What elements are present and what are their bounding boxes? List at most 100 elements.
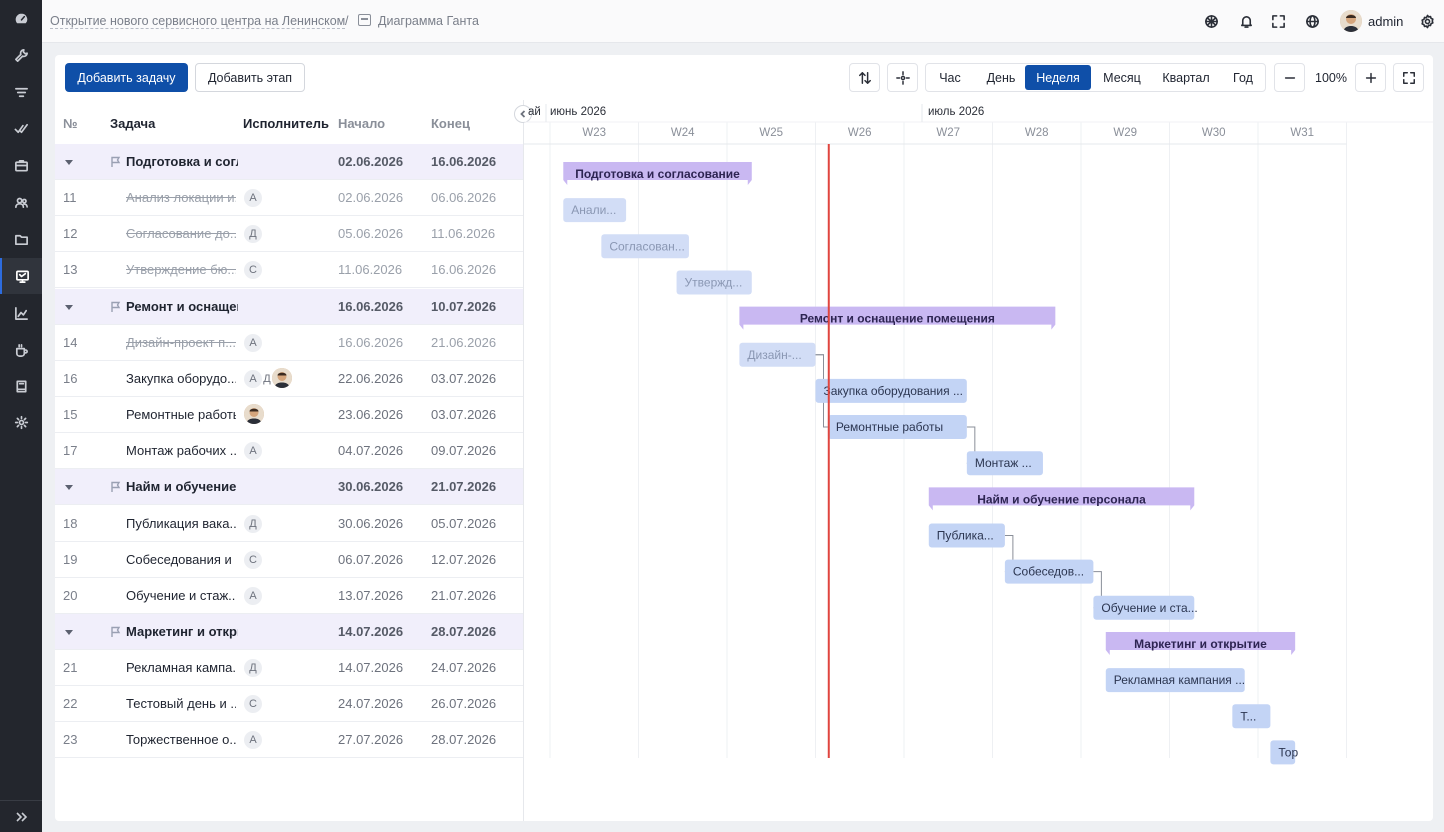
table-row[interactable]: 18 Публикация вака... 30.06.2026 05.07.2026… [55, 506, 523, 542]
assignee-badge[interactable]: А [244, 333, 262, 352]
add-task-button[interactable]: Добавить задачу [65, 63, 188, 92]
assignee-badge[interactable]: Д [244, 659, 262, 678]
stage-name[interactable]: Найм и обучение персонала [126, 479, 238, 494]
bar-label[interactable]: Анали... [571, 203, 616, 217]
bar-label[interactable]: Маркетинг и открытие [1134, 637, 1267, 651]
assignee-badge[interactable]: С [244, 550, 262, 569]
table-row[interactable]: 12 Согласование до... 05.06.2026 11.06.2026… [55, 216, 523, 253]
task-name[interactable]: Ремонтные работы [126, 407, 236, 422]
task-name[interactable]: Анализ локации и... [126, 190, 236, 205]
assignee-badge[interactable]: Д [244, 514, 262, 533]
bar-label[interactable]: Ремонтные работы [836, 420, 943, 434]
table-row[interactable]: 19 Собеседования и ... 06.07.2026 12.07.202… [55, 542, 523, 578]
chart-icon[interactable] [0, 295, 42, 331]
table-row[interactable]: 13 Утверждение бю... 11.06.2026 16.06.2026 С [55, 252, 523, 289]
checks-icon[interactable] [0, 110, 42, 146]
language-globe-icon[interactable] [1303, 12, 1321, 30]
table-row[interactable]: 21 Рекламная кампа... 14.07.2026 24.07.2026… [55, 650, 523, 687]
scale-hour[interactable]: Час [932, 64, 968, 91]
expand-view-icon[interactable] [1393, 63, 1424, 92]
briefcase-icon[interactable] [0, 147, 42, 183]
assignee-badge[interactable]: А [244, 731, 262, 750]
book-icon[interactable] [0, 368, 42, 404]
task-name[interactable]: Дизайн-проект п... [126, 335, 236, 350]
assignee-badge[interactable]: Д [244, 225, 262, 244]
settings-gear-icon[interactable] [1418, 12, 1436, 30]
scale-year[interactable]: Год [1226, 64, 1260, 91]
bar-label[interactable]: Публика... [937, 529, 994, 543]
bar-label[interactable]: Обучение и ста... [1101, 601, 1197, 615]
task-name[interactable]: Утверждение бю... [126, 262, 236, 277]
assignee-avatar[interactable] [272, 367, 292, 388]
bar-label[interactable]: Дизайн-... [747, 348, 801, 362]
bar-label[interactable]: Тор [1278, 745, 1298, 759]
stage-row[interactable]: Ремонт и оснащение помещения 16.06.2026 10… [55, 288, 523, 325]
table-row[interactable]: 17 Монтаж рабочих ... 04.07.2026 09.07.2026… [55, 433, 523, 470]
zoom-in-icon[interactable] [1355, 63, 1386, 92]
bar-label[interactable]: Подготовка и согласование [575, 167, 740, 181]
expand-sidebar-icon[interactable] [0, 800, 42, 832]
bar-label[interactable]: Закупка оборудования ... [824, 384, 963, 398]
collapse-caret-icon[interactable] [65, 304, 73, 310]
bar-label[interactable]: Согласован... [609, 239, 684, 253]
users-icon[interactable] [0, 184, 42, 220]
coffee-icon[interactable] [0, 332, 42, 368]
assignee-badge[interactable]: С [244, 261, 262, 280]
stage-name[interactable]: Подготовка и согласование [126, 154, 238, 169]
table-row[interactable]: 16 Закупка оборудо... 22.06.2026 03.07.2026… [55, 361, 523, 397]
scale-day[interactable]: День [981, 64, 1021, 91]
sort-icon[interactable] [849, 63, 880, 92]
filter-icon[interactable] [0, 74, 42, 110]
scale-quarter[interactable]: Квартал [1157, 64, 1215, 91]
task-name[interactable]: Обучение и стаж... [126, 588, 236, 603]
table-row[interactable]: 14 Дизайн-проект п... 16.06.2026 21.06.2026… [55, 325, 523, 361]
assignee-badge[interactable]: А [244, 586, 262, 605]
task-name[interactable]: Собеседования и ... [126, 552, 236, 567]
assignee-badge[interactable]: А [244, 442, 262, 461]
task-name[interactable]: Торжественное о... [126, 732, 236, 747]
gear-icon[interactable] [0, 404, 42, 440]
bar-label[interactable]: Рекламная кампания ... [1114, 673, 1245, 687]
table-row[interactable]: 11 Анализ локации и... 02.06.2026 06.06.202… [55, 180, 523, 217]
collapse-caret-icon[interactable] [65, 160, 73, 165]
bell-icon[interactable] [1237, 12, 1255, 30]
locate-today-icon[interactable] [887, 63, 918, 92]
collapse-caret-icon[interactable] [65, 629, 73, 635]
globe-network-icon[interactable] [1202, 12, 1220, 30]
bar-label[interactable]: Монтаж ... [975, 456, 1032, 470]
task-name[interactable]: Рекламная кампа... [126, 660, 236, 675]
task-name[interactable]: Согласование до... [126, 226, 236, 241]
stage-name[interactable]: Ремонт и оснащение помещения [126, 299, 238, 314]
fullscreen-icon[interactable] [1269, 12, 1287, 30]
gantt-icon[interactable] [0, 258, 42, 294]
assignee-badge[interactable]: С [244, 695, 262, 714]
task-name[interactable]: Закупка оборудо... [126, 371, 236, 386]
stage-name[interactable]: Маркетинг и открытие [126, 624, 238, 639]
table-row[interactable]: 22 Тестовый день и ... 24.07.2026 26.07.202… [55, 686, 523, 723]
scale-week[interactable]: Неделя [1025, 65, 1091, 90]
wrench-icon[interactable] [0, 37, 42, 73]
username-label[interactable]: admin [1368, 14, 1403, 29]
assignee-badge[interactable]: А [244, 189, 262, 208]
bar-label[interactable]: Утвержд... [685, 275, 743, 289]
task-name[interactable]: Тестовый день и ... [126, 696, 236, 711]
task-name[interactable]: Монтаж рабочих ... [126, 443, 236, 458]
folder-icon[interactable] [0, 221, 42, 257]
scale-month[interactable]: Месяц [1098, 64, 1146, 91]
assignee-avatar[interactable] [244, 404, 264, 425]
table-row[interactable]: 23 Торжественное о... 27.07.2026 28.07.2026… [55, 722, 523, 759]
stage-row[interactable]: Маркетинг и открытие 14.07.2026 28.07.2026 [55, 613, 523, 650]
stage-row[interactable]: Найм и обучение персонала 30.06.2026 21.07… [55, 469, 523, 506]
stage-row[interactable]: Подготовка и согласование 02.06.2026 16.06… [55, 144, 523, 180]
bar-label[interactable]: Собеседов... [1013, 565, 1084, 579]
dashboard-icon[interactable] [0, 0, 42, 36]
add-stage-button[interactable]: Добавить этап [195, 63, 305, 92]
task-name[interactable]: Публикация вака... [126, 516, 236, 531]
table-row[interactable]: 20 Обучение и стаж... 13.07.2026 21.07.2026… [55, 578, 523, 614]
table-row[interactable]: 15 Ремонтные работы 23.06.2026 03.07.2026 [55, 397, 523, 434]
collapse-caret-icon[interactable] [65, 485, 73, 491]
breadcrumb-project-link[interactable]: Открытие нового сервисного центра на Лен… [50, 14, 346, 29]
avatar[interactable] [1340, 10, 1362, 32]
bar-label[interactable]: Т... [1240, 709, 1256, 723]
zoom-out-icon[interactable] [1274, 63, 1305, 92]
